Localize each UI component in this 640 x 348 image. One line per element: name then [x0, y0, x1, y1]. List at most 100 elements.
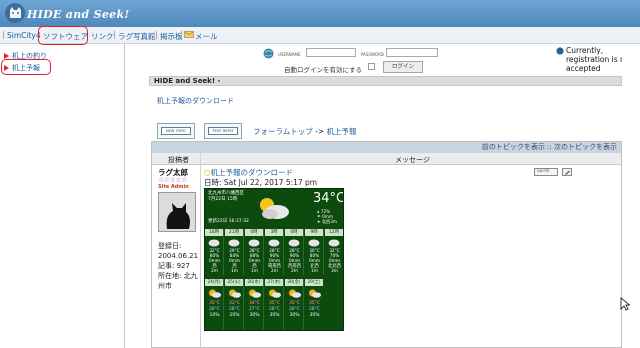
hourly-values: 28°C 90% 0mm 西南西 2m [288, 249, 301, 274]
daily-date: 25(火) [225, 279, 243, 286]
topic-navigation[interactable]: 前のトピックを表示 :: 次のトピックを表示 [152, 142, 621, 153]
post-date-label: 日時: [204, 178, 222, 187]
forum-content: HIDE and Seek! - 机上予報のダウンロード NEW TOPIC P… [149, 76, 622, 348]
autologin-checkbox[interactable] [368, 63, 375, 70]
col-message-header: メッセージ [395, 156, 430, 164]
daily-date: 24(月) [205, 279, 223, 286]
quote-button[interactable]: QUOTE [534, 168, 558, 176]
post-table: 前のトピックを表示 :: 次のトピックを表示 投稿者 メッセージ ラグ太郎 ☆☆… [151, 141, 622, 348]
col-author-header: 投稿者 [168, 156, 189, 164]
hourly-values: 28°C 88% 0mm 西 1m [248, 249, 261, 274]
breadcrumb-home[interactable]: フォーラムトップ [253, 127, 313, 136]
globe-user-icon [263, 48, 274, 59]
section-header: HIDE and Seek! - [149, 76, 622, 86]
weather-widget: 北九州市八幡西区 7月22日 15時 更新22日 16:37:32 34°C 🌢… [204, 188, 344, 331]
hourly-forecast-cell: 9時 30°C 80% 0mm 北西 1m [305, 229, 324, 275]
highlight-circle [38, 26, 88, 45]
hourly-forecast-cell: 3時 28°C 90% 0mm 南南西 2m [265, 229, 284, 275]
author-info: 登録日: 2004.06.21 記事: 927 所在地: 北九州市 [158, 241, 200, 291]
daily-values: 35°C 28°C 10% [208, 301, 221, 318]
weather-location: 北九州市八幡西区 [208, 191, 244, 196]
sun-cloud-icon [269, 289, 281, 298]
info-globe-icon [556, 47, 564, 55]
nav-separator: | [2, 30, 5, 39]
hourly-values: 30°C 80% 0mm 北西 1m [308, 249, 321, 274]
hourly-time: 0時 [245, 229, 263, 236]
current-temperature: 34°C [313, 191, 344, 206]
cloud-icon [228, 239, 240, 247]
edit-button[interactable] [562, 168, 572, 176]
mail-icon [184, 31, 194, 38]
reg-label: 登録日: [158, 242, 182, 250]
daily-forecast-cell: 28(金) 35°C 28°C 30% [285, 279, 304, 330]
breadcrumb-arrow: -> [315, 127, 325, 136]
daily-forecast-cell: 26(水) 34°C 27°C 30% [245, 279, 264, 330]
column-divider [200, 153, 201, 347]
cloud-icon [308, 239, 320, 247]
password-label: PASSWORD [361, 52, 384, 57]
password-input[interactable] [386, 48, 438, 57]
cloud-icon [268, 239, 280, 247]
autologin-label: 自動ログインを有効にする [284, 66, 363, 74]
breadcrumb-forum[interactable]: 机上予報 [327, 127, 357, 136]
hourly-forecast-cell: 0時 28°C 88% 0mm 西 1m [245, 229, 264, 275]
nav-links[interactable]: リンク [91, 31, 114, 42]
new-topic-button[interactable]: NEW TOPIC [157, 123, 195, 139]
username-input[interactable] [306, 48, 356, 57]
hourly-values: 32°C 80% 0mm 西 2m [208, 249, 221, 274]
nav-separator: | [180, 30, 183, 39]
cloud-icon [208, 239, 220, 247]
breadcrumb: フォーラムトップ -> 机上予報 [253, 126, 357, 137]
sun-cloud-icon [289, 289, 301, 298]
nav-photo-gallery[interactable]: ラグ写真館 [118, 31, 156, 42]
nav-simcity4[interactable]: SimCity4 [7, 31, 41, 40]
hourly-time: 12時 [325, 229, 343, 236]
post-date: 日時: Sat Jul 22, 2017 5:17 pm [204, 177, 317, 188]
daily-forecast-cell: 27(木) 35°C 28°C 30% [265, 279, 284, 330]
hourly-time: 21時 [225, 229, 243, 236]
quote-label: QUOTE [537, 169, 550, 173]
edit-icon [565, 170, 570, 175]
posts-count: 927 [176, 262, 190, 270]
mouse-cursor-icon [620, 297, 630, 311]
nav-separator: | [155, 30, 158, 39]
reg-date: 2004.06.21 [158, 252, 199, 260]
avatar [158, 192, 196, 232]
sun-cloud-icon [309, 289, 321, 298]
hourly-forecast-cell: 12時 32°C 70% 0mm 北北西 3m [325, 229, 343, 275]
weather-date: 7月22日 15時 [208, 197, 238, 202]
sun-cloud-icon [209, 289, 221, 298]
daily-date: 26(水) [245, 279, 263, 286]
daily-date: 28(金) [285, 279, 303, 286]
hourly-time: 3時 [265, 229, 283, 236]
cloud-icon [328, 239, 340, 247]
nav-mail[interactable]: メール [195, 31, 218, 42]
login-button[interactable]: ログイン [383, 61, 423, 73]
login-panel: USERNAME PASSWORD 自動ログインを有効にする ログイン [125, 44, 555, 74]
hourly-time: 18時 [205, 229, 223, 236]
hourly-values: 28°C 90% 0mm 南南西 2m [268, 249, 281, 274]
hourly-forecast-cell: 21時 29°C 84% 0mm 西 1m [225, 229, 244, 275]
daily-forecast-cell: 25(火) 33°C 28°C 20% [225, 279, 244, 330]
post-reply-label: POST REPLY [208, 127, 238, 135]
daily-values: 35°C 28°C 30% [308, 301, 321, 318]
cloud-icon [288, 239, 300, 247]
hourly-time: 6時 [285, 229, 303, 236]
cat-avatar-icon [159, 193, 195, 231]
topic-title-link[interactable]: 机上予報のダウンロード [157, 96, 234, 106]
rank-stars: ☆☆☆☆☆ [158, 176, 187, 184]
sidebar: 机上の釣り 机上予報 [0, 44, 125, 348]
post-title-text: 机上予報のダウンロード [210, 168, 294, 177]
weather-updated: 更新22日 16:37:32 [208, 219, 249, 224]
site-banner: HIDE and Seek! [0, 0, 640, 27]
post-reply-button[interactable]: POST REPLY [204, 123, 242, 139]
rank-title: Site Admin [158, 184, 189, 190]
top-nav: | SimCity4 | ソフトウェア | リンク | ラグ写真館 | 掲示板 … [0, 27, 640, 44]
hourly-values: 29°C 84% 0mm 西 1m [228, 249, 241, 274]
site-title[interactable]: HIDE and Seek! [27, 8, 130, 21]
cat-logo-icon [5, 3, 25, 23]
current-wind: ➤ 北西3m [317, 219, 337, 224]
sun-cloud-icon [260, 198, 289, 219]
cloud-icon [248, 239, 260, 247]
username-label: USERNAME [278, 52, 301, 57]
